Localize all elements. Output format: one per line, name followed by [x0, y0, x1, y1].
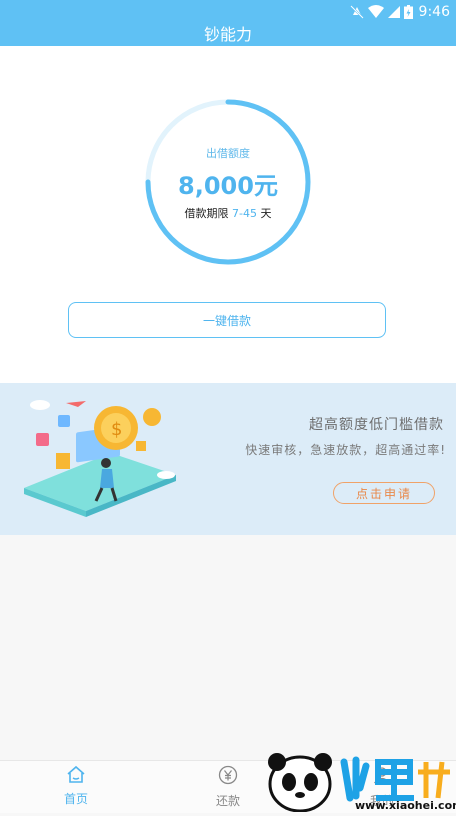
- tab-repay-label: 还款: [215, 794, 240, 808]
- panda-logo-icon: www.xiaohei.com: [268, 753, 456, 813]
- signal-icon: [387, 6, 400, 18]
- yen-icon: [218, 765, 238, 785]
- site-watermark: www.xiaohei.com: [260, 748, 456, 813]
- status-time: 9:46: [418, 4, 450, 20]
- home-icon: [67, 765, 85, 783]
- content-area: [0, 535, 456, 760]
- app-title: 钞能力: [0, 24, 456, 46]
- notifications-muted-icon: [349, 5, 364, 19]
- watermark-url: www.xiaohei.com: [355, 799, 456, 812]
- one-click-loan-button[interactable]: 一键借款: [68, 302, 386, 338]
- wifi-icon: [367, 5, 384, 18]
- banner-subtitle: 快速审核，急速放款，超高通过率!: [245, 443, 446, 457]
- tab-home-label: 首页: [63, 792, 88, 806]
- promo-banner[interactable]: $ 超高额度低门槛借款 快速审核，急速放款，超高通过率!: [0, 383, 456, 535]
- loan-term-suffix: 天: [260, 207, 272, 220]
- loan-term: 借款期限 7-45 天: [143, 205, 313, 221]
- tab-repay[interactable]: 还款: [188, 765, 268, 809]
- battery-icon: [403, 5, 413, 19]
- svg-text:$: $: [111, 419, 122, 440]
- quota-amount: 8,000元: [178, 172, 278, 200]
- loan-term-range: 7-45: [232, 207, 257, 220]
- quota-label: 出借额度: [206, 147, 250, 160]
- banner-title: 超高额度低门槛借款: [309, 417, 444, 433]
- tab-home[interactable]: 首页: [36, 765, 116, 807]
- loan-term-prefix: 借款期限: [184, 207, 229, 220]
- status-icons: 9:46: [349, 3, 450, 21]
- status-bar: 9:46: [0, 0, 456, 24]
- finance-illustration-icon: $: [24, 400, 176, 517]
- apply-now-button[interactable]: 点击申请: [333, 482, 435, 504]
